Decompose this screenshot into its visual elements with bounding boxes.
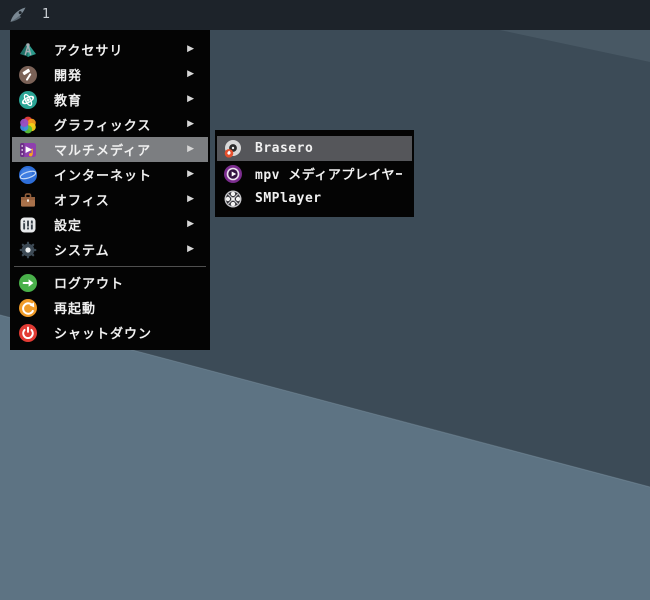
- submenu-arrow-icon: ▶: [187, 94, 194, 104]
- menu-item-office[interactable]: オフィス ▶: [12, 187, 208, 212]
- menu-item-label: ログアウト: [54, 277, 125, 292]
- menu-item-label: 教育: [54, 94, 83, 109]
- submenu-arrow-icon: ▶: [187, 244, 194, 254]
- submenu-arrow-icon: ▶: [187, 219, 194, 229]
- menu-item-label: アクセサリ: [54, 44, 124, 59]
- mpv-icon: [223, 164, 243, 184]
- settings-icon: [18, 215, 38, 235]
- office-icon: [18, 190, 38, 210]
- submenu-arrow-icon: ▶: [187, 169, 194, 179]
- menu-item-brasero[interactable]: Brasero: [217, 136, 412, 161]
- submenu-arrow-icon: ▶: [187, 144, 194, 154]
- system-icon: [18, 240, 38, 260]
- menu-item-label: インターネット: [54, 169, 153, 184]
- submenu-arrow-icon: ▶: [187, 119, 194, 129]
- brasero-icon: [223, 139, 243, 159]
- menu-item-mpv[interactable]: mpv メディアプレイヤー: [217, 161, 412, 186]
- internet-icon: [18, 165, 38, 185]
- menu-item-accessories[interactable]: アクセサリ ▶: [12, 37, 208, 62]
- smplayer-icon: [223, 189, 243, 209]
- menu-item-label: マルチメディア: [54, 144, 152, 159]
- submenu-arrow-icon: ▶: [187, 44, 194, 54]
- menu-item-label: 再起動: [54, 302, 97, 317]
- menu-item-reboot[interactable]: 再起動: [12, 295, 208, 320]
- menu-item-multimedia[interactable]: マルチメディア ▶: [12, 137, 208, 162]
- menu-item-label: シャットダウン: [54, 327, 153, 342]
- menu-item-smplayer[interactable]: SMPlayer: [217, 186, 412, 211]
- menu-item-label: オフィス: [54, 194, 110, 209]
- menu-item-label: mpv メディアプレイヤー: [255, 168, 402, 183]
- menu-item-label: 設定: [54, 219, 83, 234]
- top-bar: 1: [0, 0, 650, 30]
- menu-item-shutdown[interactable]: シャットダウン: [12, 320, 208, 345]
- submenu-arrow-icon: ▶: [187, 69, 194, 79]
- multimedia-submenu: Brasero mpv メディアプレイヤー SMPlayer: [215, 130, 414, 217]
- workspace-button[interactable]: 1: [38, 0, 54, 30]
- rocket-icon[interactable]: [7, 4, 29, 26]
- menu-item-settings[interactable]: 設定 ▶: [12, 212, 208, 237]
- menu-item-internet[interactable]: インターネット ▶: [12, 162, 208, 187]
- menu-item-logout[interactable]: ログアウト: [12, 270, 208, 295]
- multimedia-icon: [18, 140, 38, 160]
- menu-item-label: グラフィックス: [54, 119, 152, 134]
- applications-menu: アクセサリ ▶ 開発 ▶ 教育 ▶ グラフィックス ▶ マルチメディア ▶ インターネット ▶ オフィス…: [10, 30, 210, 350]
- menu-item-label: SMPlayer: [255, 191, 322, 206]
- accessories-icon: [18, 40, 38, 60]
- menu-separator: [14, 262, 206, 270]
- menu-item-development[interactable]: 開発 ▶: [12, 62, 208, 87]
- menu-item-education[interactable]: 教育 ▶: [12, 87, 208, 112]
- menu-item-label: システム: [54, 244, 110, 259]
- development-icon: [18, 65, 38, 85]
- logout-icon: [18, 273, 38, 293]
- reboot-icon: [18, 298, 38, 318]
- menu-item-system[interactable]: システム ▶: [12, 237, 208, 262]
- education-icon: [18, 90, 38, 110]
- submenu-arrow-icon: ▶: [187, 194, 194, 204]
- menu-item-label: Brasero: [255, 141, 314, 156]
- menu-item-label: 開発: [54, 69, 83, 84]
- shutdown-icon: [18, 323, 38, 343]
- menu-item-graphics[interactable]: グラフィックス ▶: [12, 112, 208, 137]
- graphics-icon: [18, 115, 38, 135]
